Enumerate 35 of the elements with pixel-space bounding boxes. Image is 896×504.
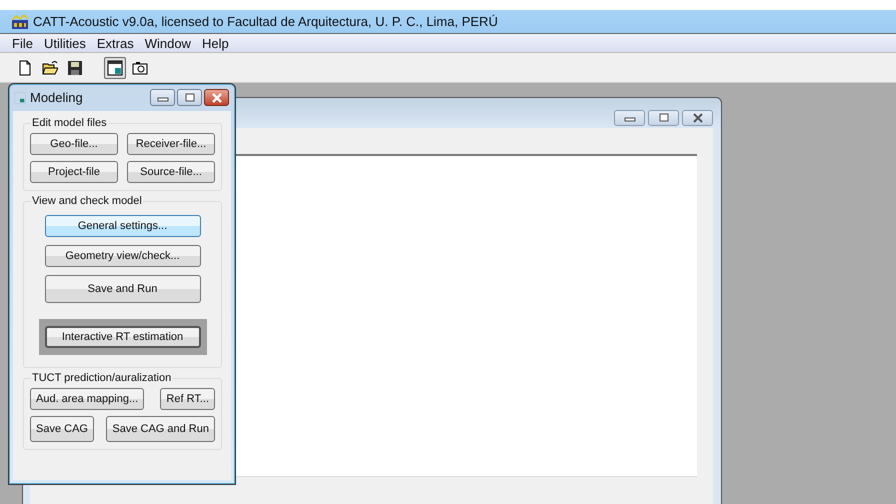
close-icon (690, 113, 704, 123)
maximize-icon (656, 113, 670, 123)
window-icon (14, 92, 26, 104)
maximize-button[interactable] (648, 110, 679, 126)
action-button[interactable]: Aud. area mapping... (30, 388, 144, 410)
close-icon (210, 92, 224, 102)
action-button[interactable]: Project-file (30, 161, 118, 183)
group-label: TUCT prediction/auralization (31, 372, 172, 384)
close-button[interactable] (682, 110, 713, 126)
minimize-button[interactable] (150, 89, 175, 106)
group-label: Edit model files (31, 117, 108, 129)
menu-item[interactable]: Help (202, 36, 229, 50)
action-button[interactable]: Interactive RT estimation (44, 326, 200, 348)
menu-item[interactable]: Utilities (44, 36, 86, 50)
action-button[interactable]: Save CAG (30, 416, 94, 442)
action-button[interactable]: Geo-file... (30, 133, 118, 155)
menu-item[interactable]: Window (144, 36, 191, 50)
minimize-button[interactable] (614, 110, 645, 126)
action-button[interactable]: Geometry view/check... (44, 245, 200, 267)
action-button[interactable]: Source-file... (127, 161, 215, 183)
window-title: CATT-Acoustic v9.0a, licensed to Facultad de Arquitectura, U. P. C., Lima, PERÚ (33, 14, 498, 29)
action-button[interactable]: Save CAG and Run (106, 416, 215, 442)
group-label: View and check model (31, 195, 143, 207)
action-button[interactable]: Ref RT... (160, 388, 215, 410)
maximize-button[interactable] (177, 89, 202, 106)
action-button[interactable]: Receiver-file... (127, 133, 215, 155)
app-logo-icon (12, 14, 28, 28)
maximize-icon (182, 92, 196, 102)
action-button[interactable]: Save and Run (44, 275, 200, 303)
action-button[interactable]: General settings... (44, 215, 200, 237)
dialog-title: Modeling (30, 90, 84, 105)
close-button[interactable] (204, 89, 229, 106)
menu-item[interactable]: Extras (96, 36, 134, 50)
window-icon[interactable] (104, 56, 126, 78)
menu-item[interactable]: File (12, 36, 33, 50)
